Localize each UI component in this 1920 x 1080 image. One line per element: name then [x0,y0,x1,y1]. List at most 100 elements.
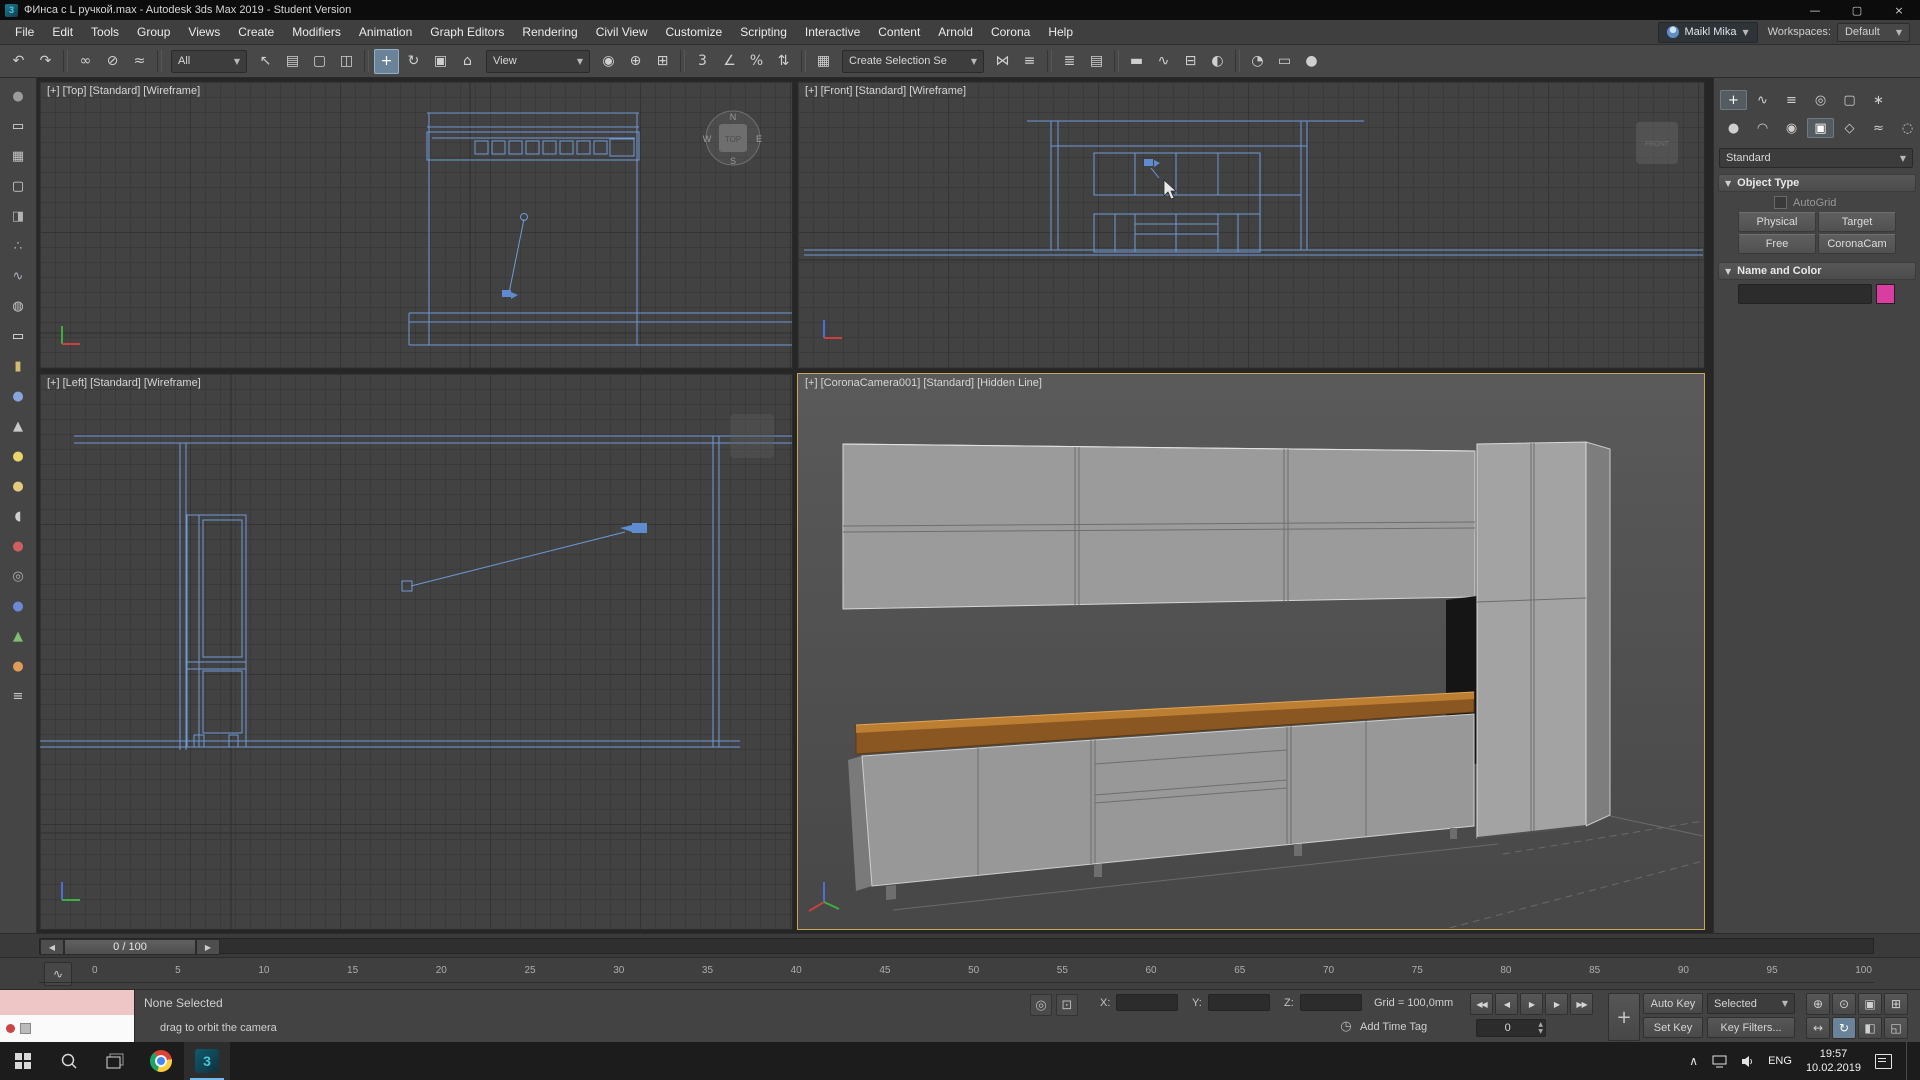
selection-lock-toggle-icon[interactable]: ⊡ [1056,994,1078,1016]
action-center-icon[interactable] [1875,1053,1892,1069]
select-and-rotate-icon[interactable]: ↻ [401,49,426,74]
set-key-button[interactable]: Set Key [1643,1017,1703,1038]
zoom-all-icon[interactable]: ⊙ [1832,993,1856,1015]
zoom-icon[interactable]: ⊕ [1806,993,1830,1015]
create-tab-icon[interactable]: + [1720,90,1747,110]
systems-category-icon[interactable]: ◌ [1894,118,1920,138]
named-selection-set-dropdown[interactable]: Create Selection Se ▼ [842,49,984,73]
geometry-category-icon[interactable]: ● [1720,118,1747,138]
front-viewport-canvas[interactable]: FRONT [798,82,1705,369]
start-button[interactable] [0,1042,46,1080]
previous-frame-button[interactable]: ◀ [1495,993,1518,1015]
track-bar[interactable]: ∿ 0 5 10 15 20 25 30 35 40 45 50 55 60 65 70 75 80 85 90 95… [0,957,1920,989]
cone-green-icon[interactable]: ▲ [6,626,30,646]
pan-view-icon[interactable]: ↔ [1806,1017,1830,1039]
chrome-taskbar-button[interactable] [138,1042,184,1080]
menu-item[interactable]: Animation [350,20,421,44]
left-viewport-canvas[interactable] [40,374,793,930]
sphere-blue-icon[interactable]: ● [6,386,30,406]
clock[interactable]: 19:57 10.02.2019 [1806,1047,1861,1075]
free-camera-button[interactable]: Free [1738,234,1816,254]
menu-lines-icon[interactable]: ≡ [6,686,30,706]
viewport-camera[interactable]: [+] [CoronaCamera001] [Standard] [Hidden… [797,373,1705,930]
toolbar-separator[interactable] [1047,50,1052,72]
keyboard-shortcut-override-icon[interactable]: ⊞ [650,49,675,74]
snaps-toggle-3d-icon[interactable]: 3 [690,49,715,74]
object-name-input[interactable] [1738,284,1872,304]
menu-item[interactable]: Rendering [513,20,586,44]
wave-icon[interactable]: ∿ [6,266,30,286]
menu-item[interactable]: Arnold [929,20,982,44]
object-color-swatch[interactable] [1876,284,1895,304]
3dsmax-taskbar-button[interactable]: 3 [184,1042,230,1080]
minimize-button[interactable]: — [1794,0,1836,20]
rendered-frame-window-icon[interactable]: ▭ [1272,49,1297,74]
plane-white-icon[interactable]: ▭ [6,326,30,346]
spinner-arrows-icon[interactable]: ▲ ▼ [1538,1021,1545,1035]
menu-item[interactable]: Civil View [587,20,657,44]
select-and-move-icon[interactable]: + [374,48,399,74]
play-button[interactable]: ▶ [1520,993,1543,1015]
spinner-snap-toggle-icon[interactable]: ⇅ [771,49,796,74]
grid-icon[interactable]: ▦ [6,146,30,166]
curve-editor-icon[interactable]: ∿ [1151,49,1176,74]
task-view-button[interactable] [92,1042,138,1080]
shapes-category-icon[interactable]: ◠ [1749,118,1776,138]
align-icon[interactable]: ≡ [1017,49,1042,74]
mirror-icon[interactable]: ⋈ [990,49,1015,74]
plane-icon[interactable]: ▭ [6,116,30,136]
menu-item[interactable]: Help [1039,20,1082,44]
hierarchy-tab-icon[interactable]: ≡ [1778,90,1805,110]
selection-filter-dropdown[interactable]: All ▼ [171,49,247,73]
maximize-viewport-toggle-icon[interactable]: ◱ [1884,1017,1908,1039]
teapot-icon[interactable]: ◖ [6,506,30,526]
sphere-gray-icon[interactable]: ● [6,86,30,106]
toolbar-separator[interactable] [801,50,806,72]
sphere-red-icon[interactable]: ● [6,536,30,556]
tray-expand-icon[interactable]: ∧ [1689,1054,1698,1068]
set-keys-button[interactable]: + [1608,993,1640,1041]
cone-icon[interactable]: ▲ [6,416,30,436]
viewport-top-label[interactable]: [+] [Top] [Standard] [Wireframe] [47,85,200,97]
motion-tab-icon[interactable]: ◎ [1807,90,1834,110]
menu-item[interactable]: Graph Editors [421,20,513,44]
menu-item[interactable]: Content [869,20,929,44]
menu-item[interactable]: Customize [657,20,732,44]
toolbar-separator[interactable] [1235,50,1240,72]
rectangular-selection-region-icon[interactable]: ▢ [307,49,332,74]
menu-item[interactable]: Edit [43,20,82,44]
space-warps-category-icon[interactable]: ≈ [1865,118,1892,138]
box-icon[interactable]: ▢ [6,176,30,196]
wheel-icon[interactable]: ◎ [6,566,30,586]
viewport-front-label[interactable]: [+] [Front] [Standard] [Wireframe] [805,85,966,97]
redo-icon[interactable]: ↷ [33,49,58,74]
show-desktop-button[interactable] [1906,1042,1912,1080]
render-setup-icon[interactable]: ◔ [1245,49,1270,74]
select-and-link-icon[interactable]: ∞ [73,49,98,74]
window-crossing-icon[interactable]: ◫ [334,49,359,74]
helpers-category-icon[interactable]: ◇ [1836,118,1863,138]
reference-coordinate-dropdown[interactable]: View ▼ [486,49,590,73]
key-selection-dropdown[interactable]: Selected ▼ [1707,993,1795,1014]
time-slider-track[interactable]: ◀ 0 / 100 ▶ [39,938,1874,955]
time-slider-handle[interactable]: 0 / 100 [64,939,196,955]
toolbar-separator[interactable] [680,50,685,72]
cylinder-icon[interactable]: ▮ [6,356,30,376]
select-by-name-icon[interactable]: ▤ [280,49,305,74]
go-to-start-button[interactable]: ◀◀ [1470,993,1493,1015]
panel-icon[interactable]: ◨ [6,206,30,226]
toolbar-separator[interactable] [364,50,369,72]
language-indicator[interactable]: ENG [1768,1055,1792,1067]
camera-type-dropdown[interactable]: Standard ▼ [1719,148,1913,168]
isolate-selection-toggle-icon[interactable]: ◎ [1030,994,1052,1016]
viewport-front[interactable]: [+] [Front] [Standard] [Wireframe] FRONT [797,81,1705,369]
x-coordinate-field[interactable] [1116,994,1178,1011]
auto-key-button[interactable]: Auto Key [1643,993,1703,1014]
undo-icon[interactable]: ↶ [6,49,31,74]
menu-item[interactable]: Scripting [731,20,796,44]
target-camera-button[interactable]: Target [1818,212,1896,232]
key-filters-button[interactable]: Key Filters... [1707,1017,1795,1038]
physical-camera-button[interactable]: Physical [1738,212,1816,232]
current-frame-spinner[interactable]: 0 ▲ ▼ [1476,1019,1546,1037]
previous-frame-arrow[interactable]: ◀ [40,939,64,955]
